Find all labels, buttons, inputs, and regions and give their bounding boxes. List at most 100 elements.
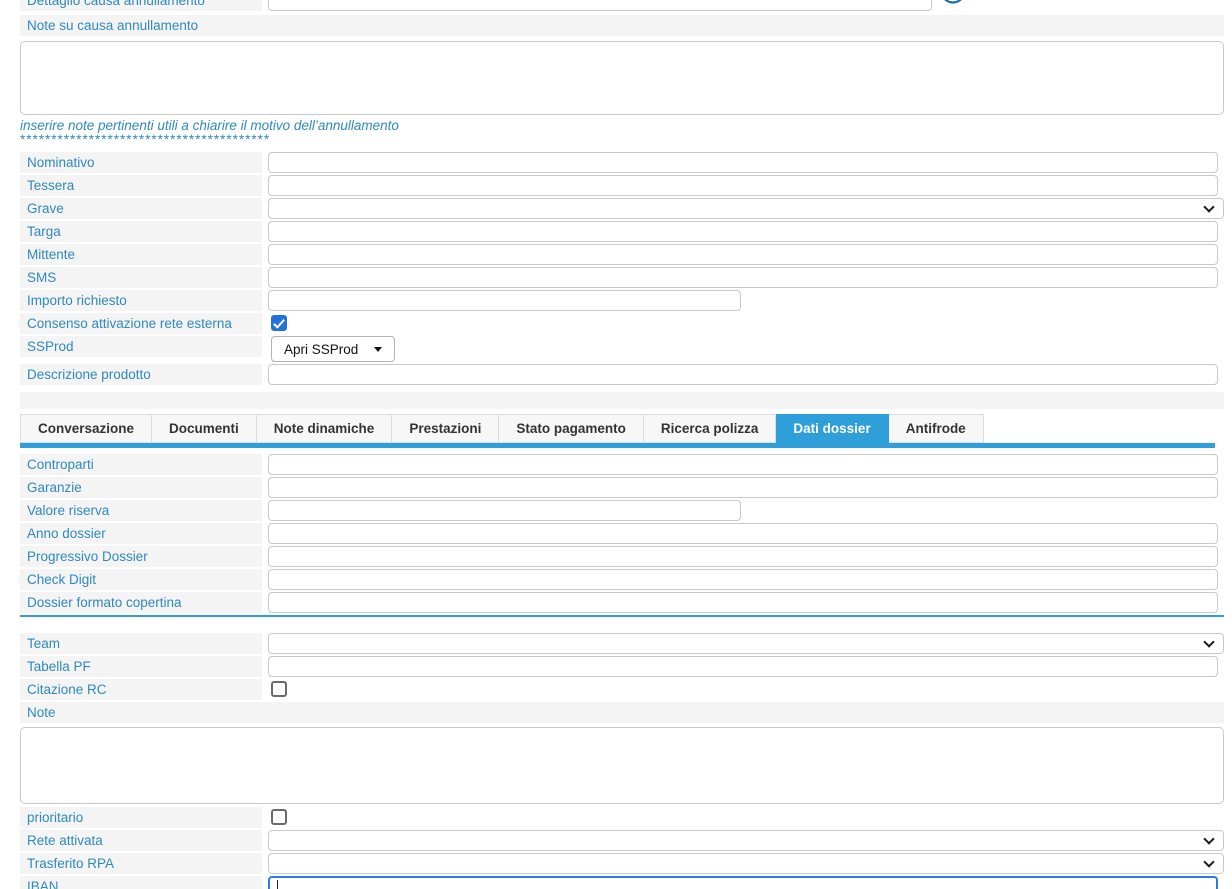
row-consenso-rete-esterna: Consenso attivazione rete esterna <box>20 313 1232 334</box>
tab-bar: Conversazione Documenti Note dinamiche P… <box>20 414 1232 443</box>
bottom-fields-section: prioritario Rete attivata Trasferito RPA… <box>20 807 1232 889</box>
targa-label: Targa <box>20 221 262 242</box>
rete-attivata-label: Rete attivata <box>20 830 262 851</box>
rete-attivata-select[interactable] <box>268 830 1224 851</box>
chevron-down-icon <box>1203 201 1214 212</box>
row-importo-richiesto: Importo richiesto <box>20 290 1232 311</box>
nominativo-label: Nominativo <box>20 152 262 173</box>
valore-riserva-label: Valore riserva <box>20 500 262 521</box>
dossier-formato-copertina-label: Dossier formato copertina <box>20 592 262 613</box>
annullamento-form-page: Dettaglio causa annullamento Note su cau… <box>0 0 1232 889</box>
separator-asterisks: **************************************** <box>20 133 1232 147</box>
tessera-input[interactable] <box>268 175 1218 196</box>
valore-riserva-input[interactable] <box>268 500 741 521</box>
tab-documenti[interactable]: Documenti <box>152 414 257 443</box>
citazione-rc-checkbox[interactable] <box>271 681 287 697</box>
nominativo-input[interactable] <box>268 152 1218 173</box>
row-ssprod: SSProd Apri SSProd <box>20 336 1232 362</box>
garanzie-label: Garanzie <box>20 477 262 498</box>
prioritario-label: prioritario <box>20 807 262 828</box>
tabella-pf-input[interactable] <box>268 656 1218 677</box>
progressivo-dossier-label: Progressivo Dossier <box>20 546 262 567</box>
grave-label: Grave <box>20 198 262 219</box>
sms-label: SMS <box>20 267 262 288</box>
check-digit-input[interactable] <box>268 569 1218 590</box>
tab-note-dinamiche[interactable]: Note dinamiche <box>257 414 393 443</box>
row-progressivo-dossier: Progressivo Dossier <box>20 546 1232 567</box>
row-grave: Grave <box>20 198 1232 219</box>
row-trasferito-rpa: Trasferito RPA <box>20 853 1232 874</box>
team-select[interactable] <box>268 633 1224 654</box>
text-caret <box>277 880 278 889</box>
trasferito-rpa-label: Trasferito RPA <box>20 853 262 874</box>
row-tabella-pf: Tabella PF <box>20 656 1232 677</box>
mittente-label: Mittente <box>20 244 262 265</box>
tabella-pf-label: Tabella PF <box>20 656 262 677</box>
iban-input[interactable] <box>268 876 1218 889</box>
cancellation-notes-label: Note su causa annullamento <box>20 15 1224 36</box>
descrizione-prodotto-input[interactable] <box>268 364 1218 385</box>
cancellation-notes-textarea[interactable] <box>20 41 1224 115</box>
sms-input[interactable] <box>268 267 1218 288</box>
chevron-down-icon <box>1203 833 1214 844</box>
grave-select[interactable] <box>268 198 1224 219</box>
mittente-input[interactable] <box>268 244 1218 265</box>
row-prioritario: prioritario <box>20 807 1232 828</box>
tab-antifrode[interactable]: Antifrode <box>889 414 984 443</box>
ssprod-label: SSProd <box>20 336 262 357</box>
note-label: Note <box>20 702 1224 723</box>
dossier-formato-copertina-input[interactable] <box>268 592 1218 613</box>
row-team: Team <box>20 633 1232 654</box>
anno-dossier-label: Anno dossier <box>20 523 262 544</box>
detail-cause-row: Dettaglio causa annullamento <box>20 0 1232 11</box>
citazione-rc-label: Citazione RC <box>20 679 262 700</box>
row-sms: SMS <box>20 267 1232 288</box>
row-citazione-rc: Citazione RC <box>20 679 1232 700</box>
row-rete-attivata: Rete attivata <box>20 830 1232 851</box>
targa-input[interactable] <box>268 221 1218 242</box>
row-valore-riserva: Valore riserva <box>20 500 1232 521</box>
note-textarea[interactable] <box>20 727 1224 804</box>
importo-richiesto-input[interactable] <box>268 290 741 311</box>
tab-conversazione[interactable]: Conversazione <box>20 414 152 443</box>
tab-underline <box>20 443 1215 448</box>
tab-stato-pagamento[interactable]: Stato pagamento <box>499 414 644 443</box>
row-anno-dossier: Anno dossier <box>20 523 1232 544</box>
tessera-label: Tessera <box>20 175 262 196</box>
chevron-down-icon <box>1203 636 1214 647</box>
iban-label: IBAN <box>20 876 262 889</box>
row-nominativo: Nominativo <box>20 152 1232 173</box>
dossier-fields-section: Controparti Garanzie Valore riserva Anno… <box>20 454 1232 613</box>
row-tessera: Tessera <box>20 175 1232 196</box>
controparti-label: Controparti <box>20 454 262 475</box>
prioritario-checkbox[interactable] <box>271 809 287 825</box>
apri-ssprod-button[interactable]: Apri SSProd <box>271 336 395 362</box>
tab-dati-dossier[interactable]: Dati dossier <box>776 414 888 443</box>
progressivo-dossier-input[interactable] <box>268 546 1218 567</box>
triangle-down-icon <box>374 347 382 352</box>
row-controparti: Controparti <box>20 454 1232 475</box>
row-mittente: Mittente <box>20 244 1232 265</box>
team-fields-section: Team Tabella PF Citazione RC <box>20 633 1232 700</box>
consenso-rete-esterna-checkbox[interactable] <box>271 315 287 331</box>
garanzie-input[interactable] <box>268 477 1218 498</box>
tab-prestazioni[interactable]: Prestazioni <box>392 414 499 443</box>
check-digit-label: Check Digit <box>20 569 262 590</box>
controparti-input[interactable] <box>268 454 1218 475</box>
main-fields-section: Nominativo Tessera Grave Targa Mittente … <box>20 152 1232 385</box>
detail-cause-label: Dettaglio causa annullamento <box>20 0 262 11</box>
tab-ricerca-polizza[interactable]: Ricerca polizza <box>644 414 777 443</box>
detail-cause-input[interactable] <box>268 0 932 11</box>
row-descrizione-prodotto: Descrizione prodotto <box>20 364 1232 385</box>
row-targa: Targa <box>20 221 1232 242</box>
row-check-digit: Check Digit <box>20 569 1232 590</box>
anno-dossier-input[interactable] <box>268 523 1218 544</box>
trasferito-rpa-select[interactable] <box>268 853 1224 874</box>
apri-ssprod-button-label: Apri SSProd <box>284 342 358 357</box>
chevron-down-icon <box>1203 856 1214 867</box>
search-icon <box>938 0 968 8</box>
row-garanzie: Garanzie <box>20 477 1232 498</box>
descrizione-prodotto-label: Descrizione prodotto <box>20 364 262 385</box>
row-dossier-formato-copertina: Dossier formato copertina <box>20 592 1232 613</box>
team-label: Team <box>20 633 262 654</box>
